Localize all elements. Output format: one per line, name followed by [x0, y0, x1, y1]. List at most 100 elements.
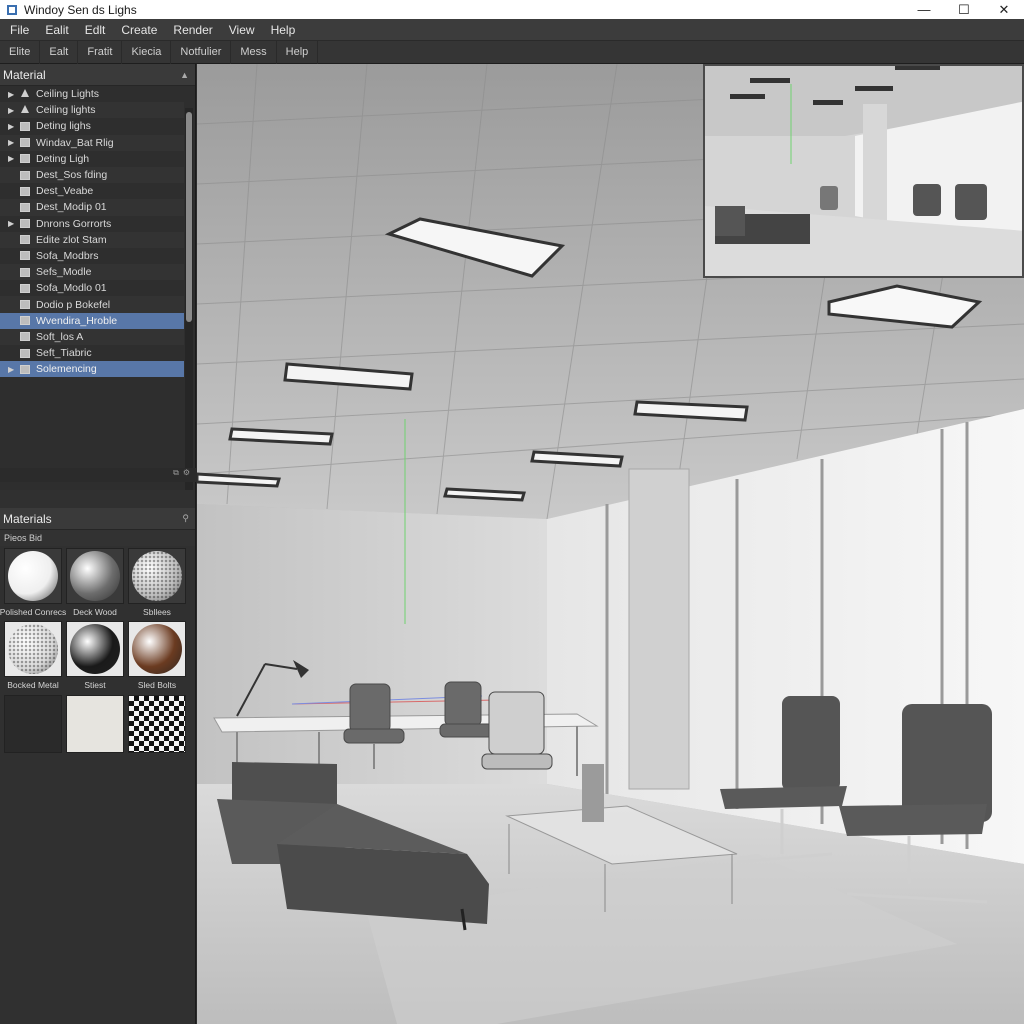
camera-preview-render: [705, 66, 1022, 276]
object-icon: [20, 300, 30, 310]
object-icon: [20, 364, 30, 374]
window-title: Windoy Sen ds Lighs: [24, 2, 137, 17]
material-swatch[interactable]: Sbllees: [126, 546, 188, 619]
render-viewport[interactable]: [197, 64, 1024, 1024]
tab-help[interactable]: Help: [277, 40, 319, 64]
scene-tree-item[interactable]: Seft_Tiabric: [0, 345, 184, 361]
menu-edit[interactable]: Edlt: [77, 19, 114, 41]
menu-render[interactable]: Render: [165, 19, 220, 41]
scene-tree-item-label: Wvendira_Hroble: [36, 314, 118, 327]
duplicate-icon[interactable]: ⧉: [173, 468, 179, 482]
expand-arrow-icon[interactable]: ▶: [8, 138, 20, 147]
maximize-button[interactable]: ☐: [944, 0, 984, 19]
light-icon: [20, 89, 30, 99]
scene-tree-item-label: Dest_Sos fding: [36, 169, 108, 182]
object-icon: [20, 283, 30, 293]
material-preview: [66, 548, 124, 604]
scene-tree-item[interactable]: ▶ Windav_Bat Rlig: [0, 134, 184, 151]
expand-arrow-icon[interactable]: ▶: [8, 106, 20, 115]
material-texture: [4, 695, 62, 753]
tab-notfulier[interactable]: Notfulier: [171, 40, 232, 64]
scene-tree-item-label: Dest_Veabe: [36, 185, 94, 198]
material-swatch[interactable]: [126, 692, 188, 765]
menu-edit-alt[interactable]: Ealit: [37, 19, 76, 41]
object-icon: [20, 219, 30, 229]
scene-tree: ▶ Ceiling Lights ▶ Ceiling lights ▶ Deting li…: [0, 86, 195, 490]
light-icon: [20, 105, 30, 115]
scene-tree-item-label: Dnrons Gorrorts: [36, 217, 112, 230]
app-icon: [7, 4, 17, 15]
object-icon: [20, 154, 30, 164]
scene-tree-item[interactable]: Dest_Sos fding: [0, 166, 184, 184]
menu-file[interactable]: File: [2, 19, 37, 41]
material-swatch[interactable]: Bocked Metal: [2, 619, 64, 692]
object-icon: [20, 170, 30, 180]
menu-view[interactable]: View: [221, 19, 263, 41]
scene-tree-item-label: Sofa_Modbrs: [36, 249, 99, 262]
object-icon: [20, 348, 30, 358]
scene-tree-item-label: Sefs_Modle: [36, 266, 92, 279]
menu-create[interactable]: Create: [113, 19, 165, 41]
material-preview: [66, 621, 124, 677]
scene-tree-item[interactable]: ▶ Ceiling Lights: [0, 86, 184, 102]
object-icon: [20, 186, 30, 196]
scene-tree-item-label: Dodio p Bokefel: [36, 298, 111, 311]
scene-tree-item[interactable]: Dest_Veabe: [0, 183, 184, 199]
material-texture: [128, 695, 186, 753]
tab-ealt[interactable]: Ealt: [40, 40, 79, 64]
collapse-icon[interactable]: ▲: [180, 70, 189, 80]
column: [628, 468, 690, 790]
tab-fratit[interactable]: Fratit: [78, 40, 123, 64]
material-label: Polished Conrecs: [0, 607, 67, 617]
pin-icon[interactable]: ⚲: [182, 513, 189, 524]
expand-arrow-icon[interactable]: ▶: [8, 154, 20, 163]
object-icon: [20, 267, 30, 277]
minimize-button[interactable]: —: [904, 0, 944, 19]
scene-tree-item-label: Dest_Modip 01: [36, 201, 107, 214]
tab-kiecia[interactable]: Kiecia: [122, 40, 172, 64]
scene-tree-item[interactable]: Sofa_Modbrs: [0, 248, 184, 264]
materials-panel-title: Materials: [3, 511, 52, 526]
scene-tree-item[interactable]: Soft_los A: [0, 328, 184, 345]
scene-tree-item[interactable]: ▶ Dnrons Gorrorts: [0, 216, 184, 232]
scene-tree-item[interactable]: Wvendira_Hroble: [0, 312, 184, 329]
settings-icon[interactable]: ⚙: [183, 468, 190, 482]
scene-tree-item-label: Deting lighs: [36, 120, 91, 133]
material-preview: [128, 548, 186, 604]
material-swatch[interactable]: Sled Bolts: [126, 619, 188, 692]
expand-arrow-icon[interactable]: ▶: [8, 365, 20, 374]
camera-preview[interactable]: [703, 64, 1024, 278]
scene-panel-header: Material ▲: [0, 64, 195, 86]
scene-tree-item[interactable]: Dest_Modip 01: [0, 199, 184, 216]
material-swatch[interactable]: [2, 692, 64, 765]
expand-arrow-icon[interactable]: ▶: [8, 90, 20, 99]
material-label: Bocked Metal: [7, 680, 59, 690]
scene-tree-rows: ▶ Ceiling Lights ▶ Ceiling lights ▶ Deting li…: [0, 86, 195, 378]
title-bar: Windoy Sen ds Lighs — ☐ ✕: [0, 0, 1024, 19]
scene-tree-item-label: Seft_Tiabric: [36, 347, 92, 360]
material-sphere: [8, 551, 58, 601]
scene-tree-item[interactable]: Dodio p Bokefel: [0, 296, 184, 313]
object-icon: [20, 332, 30, 342]
scene-tree-item[interactable]: Sofa_Modlo 01: [0, 280, 184, 296]
scrollbar-thumb[interactable]: [186, 112, 192, 322]
material-swatch[interactable]: Deck Wood: [64, 546, 126, 619]
expand-arrow-icon[interactable]: ▶: [8, 122, 20, 131]
scene-tree-item[interactable]: Sefs_Modle: [0, 264, 184, 281]
object-icon: [20, 251, 30, 261]
material-swatch[interactable]: [64, 692, 126, 765]
scene-tree-item[interactable]: ▶ Solemencing: [0, 361, 184, 378]
close-button[interactable]: ✕: [984, 0, 1024, 19]
material-swatch[interactable]: Polished Conrecs: [0, 546, 67, 619]
material-swatch[interactable]: Stiest: [64, 619, 126, 692]
tab-elite[interactable]: Elite: [0, 40, 41, 64]
left-panel: Material ▲ ▶ Ceiling Lights ▶ Ceiling light…: [0, 64, 196, 1024]
expand-arrow-icon[interactable]: ▶: [8, 219, 20, 228]
scene-tree-item[interactable]: ▶ Deting lighs: [0, 118, 184, 134]
tab-mess[interactable]: Mess: [231, 40, 277, 64]
material-sphere: [70, 551, 120, 601]
menu-help[interactable]: Help: [263, 19, 304, 41]
scene-tree-item[interactable]: ▶ Deting Ligh: [0, 151, 184, 167]
scene-tree-item[interactable]: ▶ Ceiling lights: [0, 102, 184, 119]
scene-tree-item[interactable]: Edite zlot Stam: [0, 231, 184, 248]
